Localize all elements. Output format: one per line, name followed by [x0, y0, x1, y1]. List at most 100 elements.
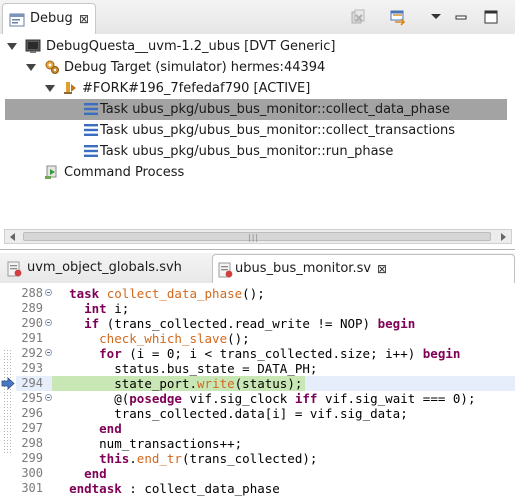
expanded-twisty-icon[interactable] [26, 64, 36, 71]
code-line[interactable]: 297 end [16, 421, 515, 436]
line-number: 289 [21, 301, 43, 315]
code-token: end [84, 466, 107, 481]
tree-item-process[interactable]: Command Process [0, 162, 515, 183]
code-text: end [54, 421, 122, 436]
remove-all-terminated-icon[interactable] [349, 8, 367, 26]
close-icon[interactable]: ⊠ [79, 12, 89, 26]
code-token: (status); [234, 376, 303, 391]
code-token: begin [422, 346, 461, 361]
fold-toggle-icon[interactable] [45, 394, 52, 401]
code-line[interactable]: 296 trans_collected.data[i] = vif.sig_da… [16, 406, 515, 421]
code-token: int [84, 301, 115, 316]
process-icon [45, 165, 57, 179]
close-icon[interactable]: ⊠ [377, 262, 387, 276]
tree-item-label: DebugQuesta__uvm-1.2_ubus [DVT Generic] [46, 39, 336, 54]
horizontal-scrollbar[interactable]: ||| [4, 229, 512, 244]
editor-tab-ubus-bus-monitor[interactable]: ubus_bus_monitor.sv ⊠ [212, 254, 515, 283]
code-token: check_which_slave [99, 331, 228, 346]
code-editor[interactable]: 288 task collect_data_phase(); 289 int i;… [0, 283, 515, 504]
code-text: status.bus_state = DATA_PH; [54, 361, 317, 376]
code-line[interactable]: 295 @(posedge vif.sig_clock iff vif.sig_… [16, 391, 515, 406]
code-line[interactable]: 292 for (i = 0; i < trans_collected.size… [16, 346, 515, 361]
code-token: trans_collected.data[i] = vif.sig_data; [114, 406, 408, 421]
expanded-twisty-icon[interactable] [45, 85, 55, 92]
debug-target-icon [45, 60, 59, 74]
launch-config-icon [25, 39, 41, 53]
stack-frame-icon [84, 103, 98, 115]
tree-item-launch[interactable]: DebugQuesta__uvm-1.2_ubus [DVT Generic] [0, 36, 515, 57]
fold-toggle-icon[interactable] [45, 349, 52, 356]
code-line[interactable]: 301 endtask : collect_data_phase [16, 481, 515, 496]
tree-item-stack-frame[interactable]: Task ubus_pkg/ubus_bus_monitor::run_phas… [0, 141, 515, 162]
scroll-right-icon[interactable] [501, 233, 506, 241]
code-line[interactable]: 290 if (trans_collected.read_write != NO… [16, 316, 515, 331]
code-text: check_which_slave(); [54, 331, 250, 346]
sv-file-icon [7, 261, 22, 277]
code-text: state_port.write(status); [54, 376, 302, 391]
editor-area: uvm_object_globals.svh ubus_bus_monitor.… [0, 253, 515, 504]
code-line[interactable]: 289 int i; [16, 301, 515, 316]
minimize-icon[interactable] [452, 8, 470, 26]
code-text: for (i = 0; i < trans_collected.size; i+… [54, 346, 460, 361]
view-menu-icon[interactable] [427, 8, 445, 26]
line-number: 301 [21, 481, 43, 495]
line-number: 290 [21, 316, 43, 330]
tree-item-stack-frame-selected[interactable]: Task ubus_pkg/ubus_bus_monitor::collect_… [5, 99, 507, 120]
code-text: int i; [54, 301, 129, 316]
maximize-icon[interactable] [482, 8, 500, 26]
line-number: 300 [21, 466, 43, 480]
expanded-twisty-icon[interactable] [7, 43, 17, 50]
tree-item-stack-frame[interactable]: Task ubus_pkg/ubus_bus_monitor::collect_… [0, 120, 515, 141]
line-number: 291 [21, 331, 43, 345]
line-number: 293 [21, 361, 43, 375]
line-number: 295 [21, 391, 43, 405]
code-token: state_port. [114, 376, 198, 391]
tree-item-debug-target[interactable]: Debug Target (simulator) hermes:44394 [0, 57, 515, 78]
editor-tab-label: uvm_object_globals.svh [27, 260, 182, 275]
fold-toggle-icon[interactable] [45, 289, 52, 296]
code-line[interactable]: 293 status.bus_state = DATA_PH; [16, 361, 515, 376]
code-token: vif.sig_wait === 0); [324, 391, 476, 406]
tree-item-label: Task ubus_pkg/ubus_bus_monitor::collect_… [100, 123, 456, 138]
code-line[interactable]: 299 this.end_tr(trans_collected); [16, 451, 515, 466]
scrollbar-thumb[interactable]: ||| [23, 232, 491, 242]
code-line[interactable]: 288 task collect_data_phase(); [16, 286, 515, 301]
code-token: write [197, 376, 235, 391]
code-token: (trans_collected); [181, 451, 318, 466]
code-token: for [99, 346, 130, 361]
link-with-editor-icon[interactable] [389, 8, 407, 26]
code-line[interactable]: 291 check_which_slave(); [16, 331, 515, 346]
code-text: endtask : collect_data_phase [54, 481, 280, 496]
debug-view-tab[interactable]: Debug ⊠ [2, 3, 96, 34]
code-token: collect_data_phase [106, 286, 243, 301]
stack-frame-icon [84, 124, 98, 136]
code-token: (); [242, 286, 265, 301]
code-text: trans_collected.data[i] = vif.sig_data; [54, 406, 408, 421]
tree-item-thread[interactable]: #FORK#196_7fefedaf790 [ACTIVE] [0, 78, 515, 99]
code-line[interactable]: 298 num_transactions++; [16, 436, 515, 451]
debug-view: Debug ⊠ DebugQuesta__uvm-1.2_ubus [DVT G… [0, 0, 515, 250]
thread-icon [64, 82, 76, 94]
code-token: posedge [129, 391, 190, 406]
scroll-left-icon[interactable] [10, 233, 15, 241]
code-line[interactable]: 294 state_port.write(status); [16, 376, 515, 391]
line-number: 292 [21, 346, 43, 360]
code-text: end [54, 466, 107, 481]
code-token: i; [114, 301, 130, 316]
editor-tab-uvm-object-globals[interactable]: uvm_object_globals.svh [0, 254, 206, 283]
line-number: 297 [21, 421, 43, 435]
code-token: (trans_collected.read_write != NOP) [106, 316, 378, 331]
debug-bug-icon [9, 13, 25, 27]
code-token: num_transactions++; [99, 436, 243, 451]
editor-tab-label: ubus_bus_monitor.sv [235, 261, 372, 276]
code-text: if (trans_collected.read_write != NOP) b… [54, 316, 415, 331]
line-number: 288 [21, 286, 43, 300]
ruler-stripe [3, 394, 12, 454]
code-token: iff [294, 391, 325, 406]
tree-item-label: #FORK#196_7fefedaf790 [ACTIVE] [82, 81, 311, 96]
fold-toggle-icon[interactable] [45, 319, 52, 326]
tree-item-label: Command Process [64, 165, 185, 180]
code-text: task collect_data_phase(); [54, 286, 265, 301]
code-line[interactable]: 300 end [16, 466, 515, 481]
code-token: . [129, 451, 137, 466]
